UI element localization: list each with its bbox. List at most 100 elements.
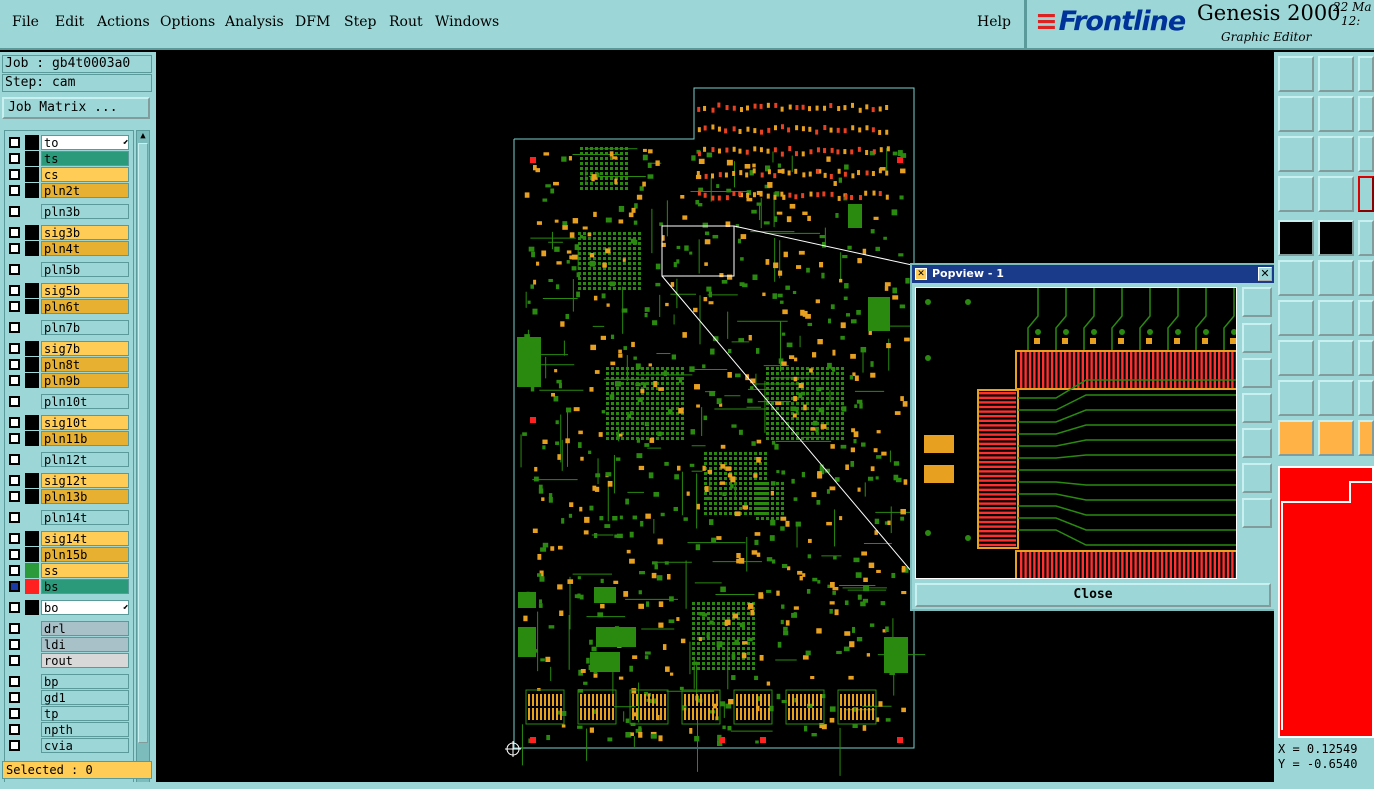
layer-color-swatch[interactable] — [25, 357, 39, 372]
menu-rout[interactable]: Rout — [389, 14, 423, 30]
menu-options[interactable]: Options — [160, 14, 215, 30]
layer-name[interactable]: cvia — [41, 738, 129, 753]
layer-name[interactable]: ss — [41, 563, 129, 578]
layer-color-swatch[interactable] — [25, 452, 39, 467]
layer-row-ts[interactable]: ts — [7, 151, 131, 166]
line-tool-icon[interactable] — [1358, 300, 1374, 336]
layer-checkbox[interactable] — [9, 169, 20, 180]
layer-name[interactable]: pln7b — [41, 320, 129, 335]
layer-name[interactable]: bs — [41, 579, 129, 594]
layer-color-swatch[interactable] — [25, 510, 39, 525]
layer-row-pln8t[interactable]: pln8t — [7, 357, 131, 372]
menu-dfm[interactable]: DFM — [295, 14, 330, 30]
layer-checkbox[interactable] — [9, 185, 20, 196]
layer-color-swatch[interactable] — [25, 241, 39, 256]
layer-name[interactable]: pln9b — [41, 373, 129, 388]
layer-color-swatch[interactable] — [25, 653, 39, 668]
layer-row-ldi[interactable]: ldi — [7, 637, 131, 652]
layer-name[interactable]: sig7b — [41, 341, 129, 356]
layer-color-swatch[interactable] — [25, 431, 39, 446]
measure-icon[interactable] — [1358, 340, 1374, 376]
layer-name[interactable]: npth — [41, 722, 129, 737]
layer-name[interactable]: pln15b — [41, 547, 129, 562]
menu-edit[interactable]: Edit — [55, 14, 84, 30]
layer-color-swatch[interactable] — [25, 415, 39, 430]
layer-row-pln6t[interactable]: pln6t — [7, 299, 131, 314]
layer-row-pln10t[interactable]: pln10t — [7, 394, 131, 409]
layer-row-pln12t[interactable]: pln12t — [7, 452, 131, 467]
connect-icon[interactable] — [1278, 260, 1314, 296]
layer-name[interactable]: pln6t — [41, 299, 129, 314]
layer-row-pln7b[interactable]: pln7b — [7, 320, 131, 335]
layer-name[interactable]: pln13b — [41, 489, 129, 504]
layer-color-swatch[interactable] — [25, 320, 39, 335]
fill-mode-icon[interactable] — [1278, 220, 1314, 256]
layer-color-swatch[interactable] — [25, 135, 39, 150]
layer-checkbox[interactable] — [9, 137, 20, 148]
layer-row-pln2t[interactable]: pln2t — [7, 183, 131, 198]
layer-name[interactable]: pln11b — [41, 431, 129, 446]
layer-color-swatch[interactable] — [25, 547, 39, 562]
pan-up-button[interactable] — [1242, 323, 1272, 353]
layer-checkbox[interactable] — [9, 301, 20, 312]
layer-name[interactable]: ts — [41, 151, 129, 166]
layer-name[interactable]: pln2t — [41, 183, 129, 198]
layer-color-swatch[interactable] — [25, 341, 39, 356]
select-box-icon[interactable] — [1318, 420, 1354, 456]
diagonal-line-icon[interactable] — [1318, 300, 1354, 336]
layer-name[interactable]: pln8t — [41, 357, 129, 372]
layer-row-rout[interactable]: rout — [7, 653, 131, 668]
pan-left-button[interactable] — [1242, 393, 1272, 423]
layer-color-swatch[interactable] — [25, 167, 39, 182]
layer-row-sig3b[interactable]: sig3b — [7, 225, 131, 240]
outline-mode-icon[interactable] — [1318, 220, 1354, 256]
select-arrow-icon[interactable] — [1278, 420, 1314, 456]
layer-checkbox[interactable] — [9, 491, 20, 502]
job-matrix-button[interactable]: Job Matrix ... — [2, 97, 150, 119]
layer-name[interactable]: pln5b — [41, 262, 129, 277]
menu-help[interactable]: Help — [977, 14, 1011, 30]
menu-analysis[interactable]: Analysis — [225, 14, 284, 30]
layer-row-pln13b[interactable]: pln13b — [7, 489, 131, 504]
layer-color-swatch[interactable] — [25, 637, 39, 652]
layer-row-pln4t[interactable]: pln4t — [7, 241, 131, 256]
scroll-thumb[interactable] — [138, 143, 148, 743]
triangle-tool-icon[interactable] — [1278, 380, 1314, 416]
layer-name[interactable]: cs — [41, 167, 129, 182]
angle-line-icon[interactable] — [1278, 300, 1314, 336]
layer-name[interactable]: rout — [41, 653, 129, 668]
layer-checkbox[interactable] — [9, 676, 20, 687]
layer-color-swatch[interactable] — [25, 204, 39, 219]
layer-row-sig14t[interactable]: sig14t — [7, 531, 131, 546]
layer-row-tp[interactable]: tp — [7, 706, 131, 721]
layer-color-swatch[interactable] — [25, 151, 39, 166]
layer-checkbox[interactable] — [9, 243, 20, 254]
layer-row-bs[interactable]: bs — [7, 579, 131, 594]
layer-color-swatch[interactable] — [25, 183, 39, 198]
layer-checkbox[interactable] — [9, 565, 20, 576]
layer-color-swatch[interactable] — [25, 563, 39, 578]
layer-color-swatch[interactable] — [25, 473, 39, 488]
layer-checkbox[interactable] — [9, 206, 20, 217]
pan-right-icon[interactable] — [1318, 96, 1354, 132]
ruler-icon[interactable] — [1358, 220, 1374, 256]
layer-color-swatch[interactable] — [25, 373, 39, 388]
layer-color-swatch[interactable] — [25, 225, 39, 240]
layer-row-pln9b[interactable]: pln9b — [7, 373, 131, 388]
pan-left-icon[interactable] — [1278, 96, 1314, 132]
layer-row-pln5b[interactable]: pln5b — [7, 262, 131, 277]
layer-checkbox[interactable] — [9, 740, 20, 751]
layer-checkbox[interactable] — [9, 343, 20, 354]
pad-tool-icon[interactable] — [1278, 340, 1314, 376]
overview-preview[interactable] — [1278, 466, 1374, 738]
layer-checkbox[interactable] — [9, 153, 20, 164]
layer-name[interactable]: tp — [41, 706, 129, 721]
layer-name[interactable]: pln12t — [41, 452, 129, 467]
circle-tool-icon[interactable] — [1358, 260, 1374, 296]
layer-row-gd1[interactable]: gd1 — [7, 690, 131, 705]
layer-checkbox[interactable] — [9, 512, 20, 523]
layer-checkbox[interactable] — [9, 602, 20, 613]
layer-checkbox[interactable] — [9, 322, 20, 333]
layer-checkbox[interactable] — [9, 417, 20, 428]
layer-checkbox[interactable] — [9, 264, 20, 275]
